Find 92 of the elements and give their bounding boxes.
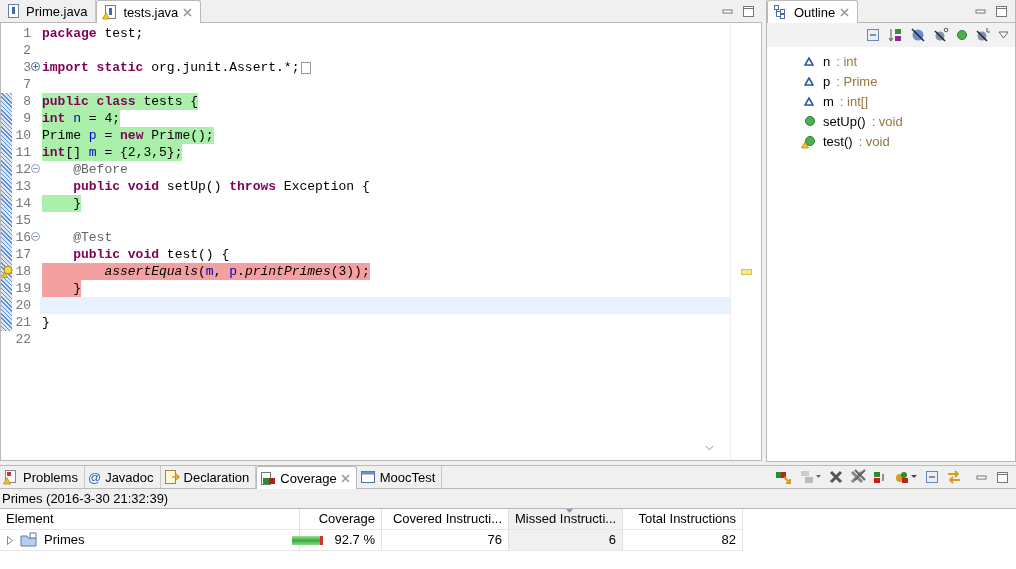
line-number: 19 (15, 280, 31, 297)
member-name: m (823, 93, 834, 109)
view-menu-icon[interactable] (998, 31, 1009, 39)
package-folder-icon (20, 532, 38, 548)
line-number: 17 (15, 246, 31, 263)
coverage-icon (260, 470, 277, 486)
dump-icon[interactable] (873, 470, 887, 484)
line-number: 14 (15, 195, 31, 212)
editor-tab[interactable]: tests.java (96, 0, 202, 23)
close-icon[interactable] (340, 473, 350, 483)
outline-item[interactable]: test() : void (801, 131, 890, 151)
line-number: 22 (15, 331, 31, 348)
code-line: import static org.junit.Assert.*; (42, 59, 300, 76)
minimize-icon[interactable] (722, 6, 733, 16)
hide-nonpublic-icon[interactable] (956, 29, 968, 41)
maximize-icon[interactable] (996, 5, 1007, 17)
outline-item[interactable]: p : Prime (801, 71, 878, 91)
outline-item[interactable]: n : int (801, 51, 858, 71)
column-header[interactable]: Missed Instructi... (509, 509, 623, 530)
table-cell: 82 (623, 530, 743, 551)
maximize-icon[interactable] (743, 5, 754, 17)
line-number: 2 (22, 42, 31, 59)
session-label: Primes (2016-3-30 21:32:39) (1, 490, 169, 508)
coverage-launch-icon[interactable] (894, 469, 918, 485)
line-number: 21 (15, 314, 31, 331)
code-line: } (42, 314, 50, 331)
merge-sessions-icon[interactable] (800, 469, 822, 485)
member-type: : int[] (839, 93, 869, 109)
member-name: p (823, 73, 831, 89)
outline-tab[interactable]: Outline (767, 0, 859, 23)
line-number: 12 (15, 161, 31, 178)
declaration-icon (163, 469, 180, 485)
view-tab[interactable]: Coverage (256, 466, 357, 489)
line-number: 18 (15, 263, 31, 280)
java-file-icon (5, 3, 21, 19)
hide-fields-icon[interactable] (910, 27, 926, 43)
remove-all-icon[interactable] (850, 469, 866, 485)
scroll-down-icon[interactable] (705, 445, 714, 451)
minimize-icon[interactable] (975, 6, 986, 16)
view-tab[interactable]: Problems (0, 466, 85, 488)
line-number: 16 (15, 229, 31, 246)
link-editor-icon[interactable] (946, 469, 962, 485)
overview-warning-mark[interactable] (740, 268, 752, 275)
expand-arrow-icon[interactable] (6, 535, 14, 545)
code-line: package test; (42, 25, 144, 42)
column-header[interactable]: Element (0, 509, 300, 530)
minimize-icon[interactable] (976, 472, 987, 482)
member-type: : Prime (836, 73, 878, 89)
line-number: 13 (15, 178, 31, 195)
line-number: 9 (22, 110, 31, 127)
code-line: @Test (72, 229, 113, 246)
element-name: Primes (44, 531, 85, 549)
line-number: 8 (22, 93, 31, 110)
coverage-percent: 92.7 % (334, 531, 375, 549)
column-header[interactable]: Coverage (300, 509, 382, 530)
fold-collapse-icon[interactable] (31, 232, 40, 241)
column-header[interactable]: Total Instructions (623, 509, 743, 530)
member-name: n (823, 53, 831, 69)
outline-item[interactable]: setUp() : void (801, 111, 903, 131)
line-number: 11 (15, 144, 31, 161)
close-icon[interactable] (840, 7, 850, 17)
collapse-all-icon[interactable] (866, 28, 880, 42)
member-type: : void (858, 133, 890, 149)
close-icon[interactable] (183, 7, 193, 17)
fold-expand-icon[interactable] (31, 62, 40, 71)
problems-icon (3, 469, 19, 485)
member-name: test() (823, 133, 853, 149)
line-number: 20 (15, 297, 31, 314)
maximize-icon[interactable] (997, 471, 1008, 483)
sort-icon[interactable] (887, 27, 903, 43)
collapse-all-icon[interactable] (925, 470, 939, 484)
line-number: 10 (15, 127, 31, 144)
table-cell: 6 (509, 530, 623, 551)
line-number: 3 (22, 59, 31, 76)
line-number: 7 (22, 76, 31, 93)
fold-collapse-icon[interactable] (31, 164, 40, 173)
member-type: : int (836, 53, 858, 69)
hide-static-icon[interactable] (933, 27, 949, 43)
relaunch-coverage-icon[interactable] (775, 469, 793, 485)
member-name: setUp() (823, 113, 866, 129)
line-number: 1 (22, 25, 31, 42)
remove-icon[interactable] (829, 470, 843, 484)
line-number: 15 (15, 212, 31, 229)
code-line: public void test() { (72, 246, 230, 263)
at-sign-icon: @ (87, 469, 102, 485)
outline-item[interactable]: m : int[] (801, 91, 869, 111)
folded-code-marker[interactable] (301, 62, 312, 74)
window-icon (359, 469, 376, 485)
member-type: : void (871, 113, 903, 129)
hide-local-types-icon[interactable] (975, 27, 991, 43)
code-line: @Before (72, 161, 128, 178)
code-line: public void setUp() throws Exception { (72, 178, 370, 195)
